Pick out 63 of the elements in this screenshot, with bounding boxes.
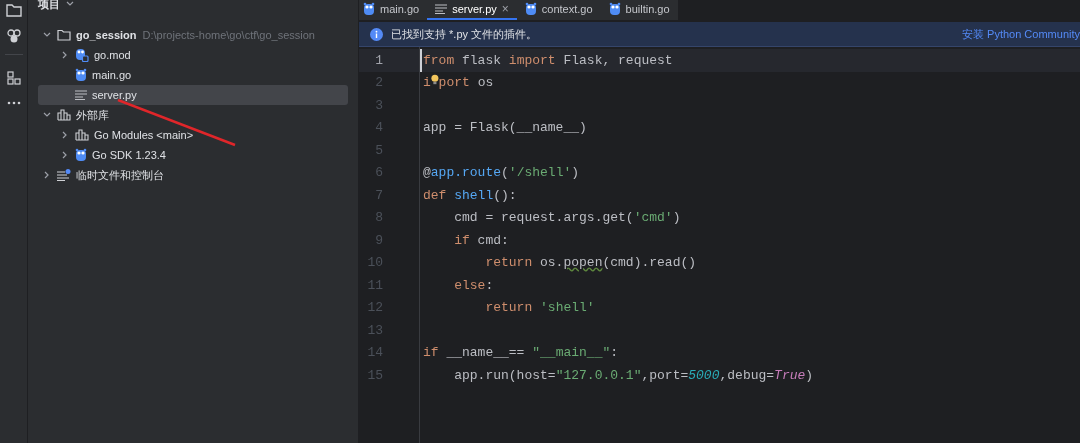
tree-item[interactable]: Go SDK 1.23.4 <box>38 145 348 165</box>
code-line: else: <box>453 276 494 295</box>
lightbulb-icon[interactable] <box>430 73 439 86</box>
code-line: return 'shell' <box>484 299 595 317</box>
tree-item[interactable]: Go Modules <main> <box>38 125 348 145</box>
item-label: Go Modules <main> <box>94 127 194 143</box>
library-icon <box>57 109 71 121</box>
info-icon <box>370 27 383 41</box>
code-line: if __name__== "__main__": <box>423 344 619 362</box>
text-file-icon <box>75 90 87 100</box>
code-line: if cmd: <box>453 231 509 250</box>
tree-item[interactable]: go_session D:\projects-home\go\ctf\go_session <box>38 25 348 45</box>
banner-message: 已找到支持 *.py 文件的插件。 <box>391 26 538 42</box>
scratch-icon <box>57 169 71 181</box>
item-label: server.py <box>92 87 137 103</box>
item-label: Go SDK 1.23.4 <box>92 147 166 163</box>
item-label: go_session <box>76 27 137 43</box>
install-link[interactable]: 安装 Python Community <box>962 25 1080 43</box>
editor-tab[interactable]: builtin.go <box>600 0 678 20</box>
tree-item[interactable]: 外部库 <box>38 105 348 125</box>
panel-title: 项目 <box>38 0 60 12</box>
close-icon[interactable]: × <box>501 0 509 18</box>
tree-item[interactable]: main.go <box>38 65 348 85</box>
item-label: main.go <box>92 67 132 83</box>
gopher-icon <box>75 48 89 62</box>
item-label: 临时文件和控制台 <box>76 167 164 183</box>
code-line: cmd = request.args.get('cmd') <box>453 209 681 227</box>
code-line: @app.route('/shell') <box>423 164 580 182</box>
tree-item[interactable]: 临时文件和控制台 <box>38 165 348 185</box>
collapsed-chevron-icon[interactable] <box>62 51 68 59</box>
gopher-icon <box>524 2 537 16</box>
gopher-icon <box>75 148 87 162</box>
editor-tab[interactable]: main.go <box>359 0 428 20</box>
chevron-icon[interactable] <box>66 1 74 7</box>
people-icon[interactable] <box>5 28 22 44</box>
editor-tab[interactable]: server.py × <box>427 0 517 20</box>
expanded-chevron-icon[interactable] <box>43 112 51 118</box>
editor-tab[interactable]: context.go <box>516 0 601 20</box>
structure-icon[interactable] <box>6 71 21 85</box>
collapsed-chevron-icon[interactable] <box>62 131 68 139</box>
code-line: def shell(): <box>423 186 517 205</box>
folder-icon <box>57 29 71 41</box>
library-icon <box>75 129 89 141</box>
code-line: app = Flask(__name__) <box>423 119 587 137</box>
tree-item[interactable]: go.mod <box>38 45 348 65</box>
text-file-icon <box>435 4 448 14</box>
code-line: return os.popen(cmd).read() <box>484 254 697 272</box>
expanded-chevron-icon[interactable] <box>43 32 51 38</box>
code-line: from flask import Flask, request <box>423 51 673 70</box>
tree-item[interactable]: server.py <box>38 85 348 105</box>
folder-path: D:\projects-home\go\ctf\go_session <box>142 27 315 43</box>
code-line: i port os <box>423 73 494 92</box>
collapsed-chevron-icon[interactable] <box>44 171 50 179</box>
more-icon[interactable] <box>6 101 21 105</box>
gopher-icon <box>363 2 375 16</box>
gopher-icon <box>75 68 87 82</box>
line-number: 1 <box>375 51 383 70</box>
item-label: go.mod <box>94 47 131 63</box>
collapsed-chevron-icon[interactable] <box>62 151 68 159</box>
gopher-icon <box>608 2 621 16</box>
folder-icon[interactable] <box>4 2 23 18</box>
code-line: app.run(host="127.0.0.1",port=5000,debug=True) <box>453 366 814 385</box>
item-label: 外部库 <box>76 107 109 123</box>
